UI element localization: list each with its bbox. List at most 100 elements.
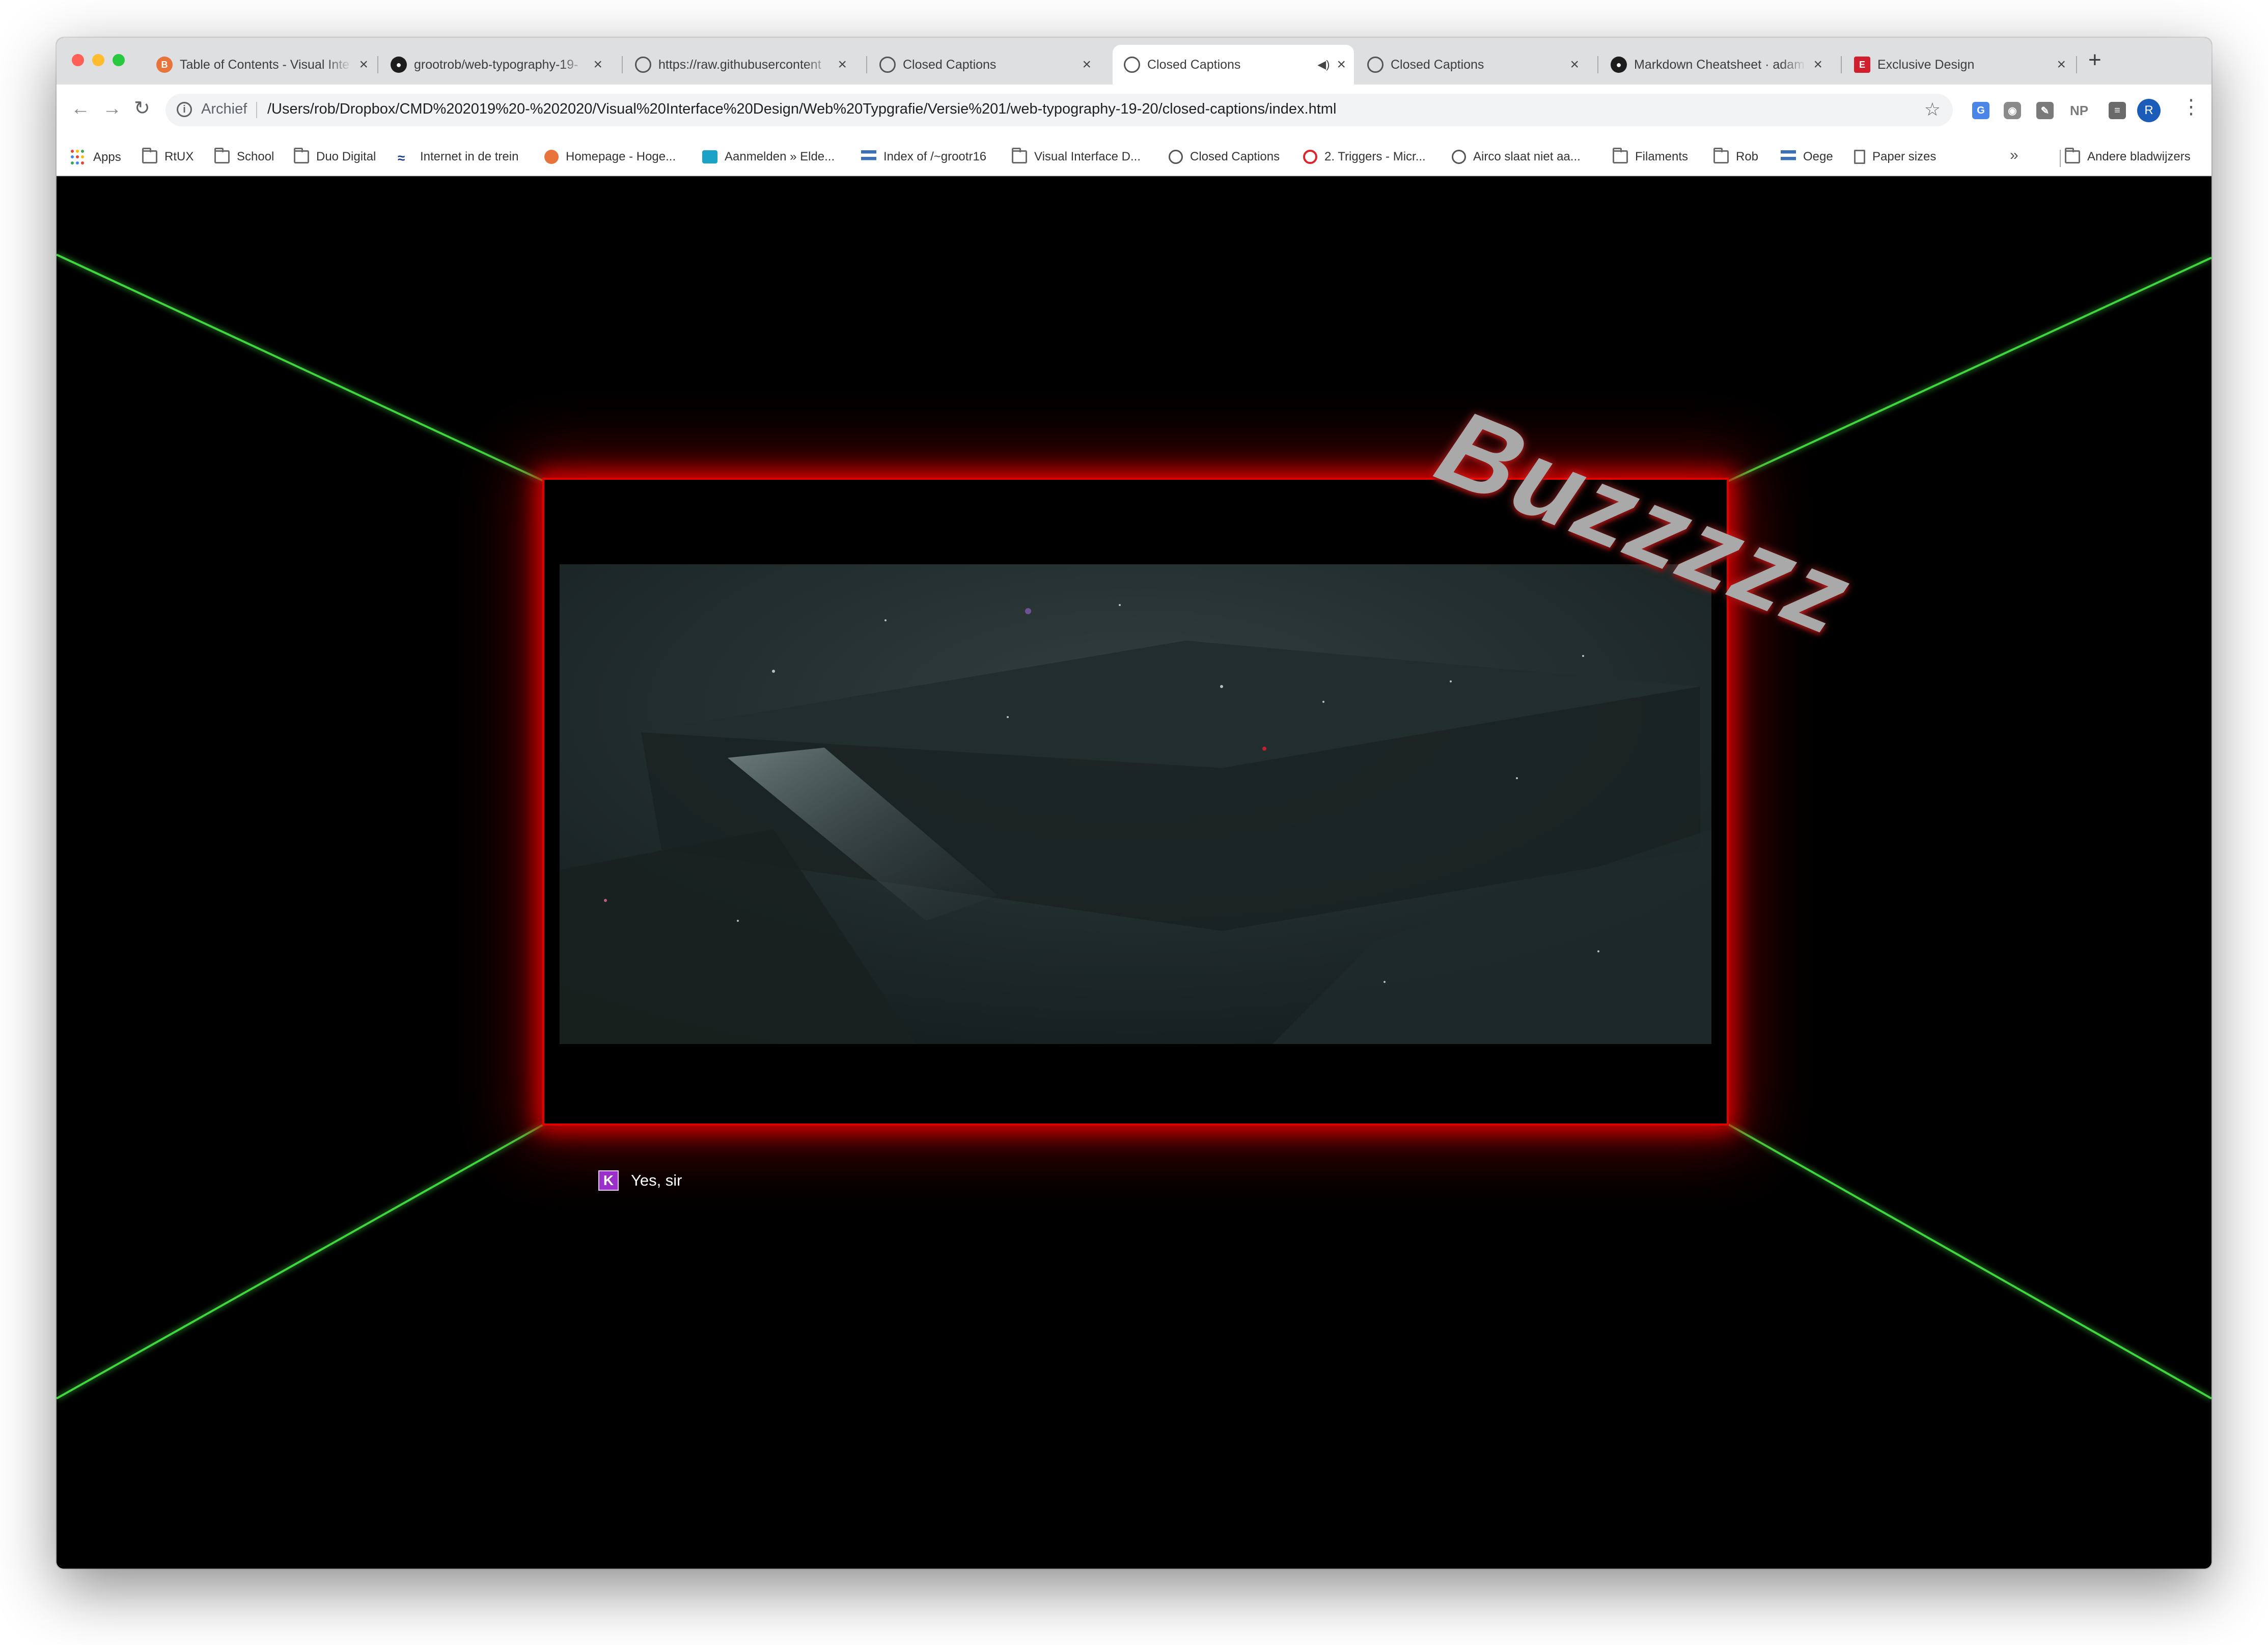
tab-closed-captions-active[interactable]: Closed Captions ◀︎) × (1113, 45, 1354, 85)
laser-line-top-right (1726, 257, 2211, 483)
bookmark-paper-sizes[interactable]: Paper sizes (1854, 150, 1936, 164)
close-window-button[interactable] (72, 54, 84, 66)
bookmark-school[interactable]: School (214, 148, 274, 164)
tab-closed-captions-1[interactable]: Closed Captions × (868, 45, 1099, 85)
folder-icon (1012, 148, 1027, 163)
tab-table-of-contents[interactable]: B Table of Contents - Visual Inte × (145, 45, 376, 85)
train-icon: ≈ (398, 150, 405, 166)
close-tab-icon[interactable]: × (1813, 56, 1822, 73)
bookmark-visual-interface-d[interactable]: Visual Interface D... (1012, 148, 1141, 164)
tab-separator (1841, 56, 1842, 73)
bookmarks-separator (2060, 150, 2061, 167)
tab-title: Closed Captions (1147, 57, 1241, 72)
page-icon (1854, 150, 1865, 164)
bookmark-label: Rob (1736, 150, 1759, 163)
color-picker-icon[interactable]: ✎ (2036, 102, 2054, 119)
bookmark-airco-slaat-niet[interactable]: Airco slaat niet aa... (1452, 150, 1581, 164)
laser-line-bottom-left (57, 1122, 546, 1400)
tab-closed-captions-3[interactable]: Closed Captions × (1356, 45, 1587, 85)
screenshot-camera-icon[interactable]: ◉ (2004, 102, 2021, 119)
address-url[interactable]: /Users/rob/Dropbox/CMD%202019%20-%202020… (267, 101, 1336, 118)
bookmarks-overflow-button[interactable]: » (2010, 147, 2018, 164)
tab-separator (377, 56, 378, 73)
more-menu-icon[interactable]: ⋮ (2181, 97, 2201, 117)
close-tab-icon[interactable]: × (593, 56, 602, 73)
close-tab-icon[interactable]: × (1570, 56, 1579, 73)
bookmark-homepage-hoge[interactable]: Homepage - Hoge... (544, 150, 676, 164)
bookmark-filaments[interactable]: Filaments (1613, 148, 1688, 164)
bookmark-label: Andere bladwijzers (2087, 150, 2191, 163)
close-tab-icon[interactable]: × (2057, 56, 2066, 73)
bookmark-duo-digital[interactable]: Duo Digital (294, 148, 376, 164)
globe-icon (1452, 150, 1466, 164)
bookmark-aanmelden-elde[interactable]: Aanmelden » Elde... (702, 150, 835, 164)
bookmark-label: Apps (93, 150, 121, 164)
laser-line-top-left (57, 254, 546, 483)
bookmark-label: School (237, 150, 274, 163)
tab-exclusive-design[interactable]: E Exclusive Design × (1843, 45, 2074, 85)
bookmark-apps[interactable]: Apps (71, 150, 121, 165)
tab-raw-githubusercontent[interactable]: https://raw.githubusercontent × (624, 45, 855, 85)
video-frame-image (560, 564, 1711, 1044)
globe-icon (1124, 57, 1140, 73)
blogger-icon (544, 150, 559, 164)
bookmark-label: Internet in de trein (420, 150, 519, 163)
address-bar[interactable]: i Archief /Users/rob/Dropbox/CMD%202019%… (165, 94, 1953, 126)
tab-strip: B Table of Contents - Visual Inte × ● gr… (57, 38, 2211, 85)
video-stage-frame (542, 478, 1729, 1126)
tab-separator (866, 56, 867, 73)
speaker-badge: K (598, 1170, 619, 1191)
forward-arrow-icon[interactable]: → (102, 99, 122, 118)
tab-title: Markdown Cheatsheet · adam- (1634, 57, 1807, 72)
bookmark-index-of-grootr16[interactable]: Index of /~grootr16 (861, 150, 986, 164)
bookmark-internet-in-de-trein[interactable]: ≈ Internet in de trein (398, 150, 519, 166)
globe-icon (635, 57, 651, 73)
browser-window: B Table of Contents - Visual Inte × ● gr… (57, 38, 2211, 1569)
other-bookmarks-folder[interactable]: Andere bladwijzers (2065, 148, 2191, 164)
bookmark-rtux[interactable]: RtUX (142, 148, 194, 164)
translate-extension-icon[interactable]: G (1972, 102, 1989, 119)
github-icon: ● (391, 57, 407, 73)
site-icon (861, 150, 876, 163)
folder-icon (214, 148, 230, 163)
bookmark-star-icon[interactable]: ☆ (1924, 99, 1941, 120)
new-tab-button[interactable]: + (2088, 49, 2101, 71)
github-icon: ● (1611, 57, 1627, 73)
bookmark-triggers-micr[interactable]: 2. Triggers - Micr... (1303, 150, 1426, 164)
bookmark-label: 2. Triggers - Micr... (1324, 150, 1426, 163)
reload-icon[interactable]: ↻ (134, 99, 150, 118)
video-player[interactable] (560, 564, 1711, 1044)
apps-icon (71, 150, 86, 165)
site-icon (1781, 150, 1796, 163)
bookmark-label: Oege (1803, 150, 1833, 163)
close-tab-icon[interactable]: × (359, 56, 368, 73)
close-tab-icon[interactable]: × (1082, 56, 1091, 73)
speaker-audio-icon[interactable]: ◀︎) (1317, 58, 1330, 71)
tab-title: Exclusive Design (1877, 57, 1975, 72)
tab-title: https://raw.githubusercontent (658, 57, 821, 72)
bookmark-label: Index of /~grootr16 (883, 150, 987, 163)
opera-icon (1303, 150, 1317, 164)
close-tab-icon[interactable]: × (838, 56, 847, 73)
folder-icon (1613, 148, 1628, 163)
zoom-window-button[interactable] (113, 54, 125, 66)
back-arrow-icon[interactable]: ← (71, 99, 90, 118)
bookmark-closed-captions[interactable]: Closed Captions (1169, 150, 1280, 164)
bookmark-label: Airco slaat niet aa... (1473, 150, 1581, 163)
tab-github-web-typography[interactable]: ● grootrob/web-typography-19- × (379, 45, 611, 85)
np-extension-icon[interactable]: NP (2068, 102, 2090, 119)
minimize-window-button[interactable] (92, 54, 104, 66)
bookmark-rob[interactable]: Rob (1713, 148, 1759, 164)
close-tab-icon[interactable]: × (1337, 56, 1346, 73)
profile-avatar[interactable]: R (2137, 99, 2161, 122)
bookmark-label: RtUX (164, 150, 194, 163)
tab-separator (622, 56, 623, 73)
exclusive-design-icon: E (1854, 57, 1870, 73)
bookmarks-bar: Apps RtUX School Duo Digital ≈ Internet … (57, 141, 2211, 176)
media-control-icon[interactable]: ≡ (2109, 102, 2126, 119)
bookmark-oege[interactable]: Oege (1781, 150, 1833, 164)
info-icon[interactable]: i (177, 102, 192, 117)
tab-markdown-cheatsheet[interactable]: ● Markdown Cheatsheet · adam- × (1599, 45, 1831, 85)
folder-icon (142, 148, 157, 163)
bookmark-label: Visual Interface D... (1034, 150, 1141, 163)
